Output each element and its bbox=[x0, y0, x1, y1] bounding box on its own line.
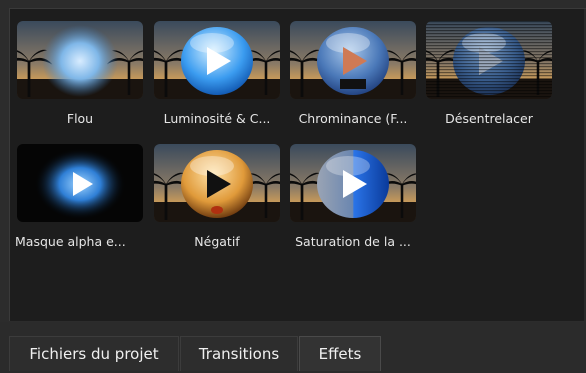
effect-item-flou[interactable]: Flou bbox=[15, 19, 145, 135]
effect-item-deinterlace[interactable]: Désentrelacer bbox=[424, 19, 554, 135]
effect-label: Désentrelacer bbox=[445, 111, 533, 126]
deinterlace-effect-icon bbox=[426, 21, 552, 99]
effect-label: Négatif bbox=[194, 234, 240, 249]
effect-label: Luminosité & C... bbox=[163, 111, 271, 126]
effect-item-brightness[interactable]: Luminosité & C... bbox=[152, 19, 282, 135]
effect-item-negative[interactable]: Négatif bbox=[152, 142, 282, 258]
effect-label: Flou bbox=[66, 111, 94, 126]
effects-panel: Flou Luminosité & C... Chrominance (F...… bbox=[9, 8, 586, 321]
brightness-effect-icon bbox=[154, 21, 280, 99]
blur-effect-icon bbox=[17, 21, 143, 99]
saturation-effect-icon bbox=[290, 144, 416, 222]
alpha-mask-effect-icon bbox=[17, 144, 143, 222]
effect-item-alpha-mask[interactable]: Masque alpha e... bbox=[15, 142, 145, 258]
tab-effects[interactable]: Effets bbox=[299, 336, 381, 371]
effect-item-saturation[interactable]: Saturation de la ... bbox=[288, 142, 418, 258]
effect-label: Saturation de la ... bbox=[295, 234, 411, 249]
tab-project-files[interactable]: Fichiers du projet bbox=[9, 336, 179, 371]
chroma-key-effect-icon bbox=[290, 21, 416, 99]
panel-tab-bar: Fichiers du projet Transitions Effets bbox=[0, 322, 586, 373]
effect-label: Chrominance (F... bbox=[298, 111, 408, 126]
effect-item-chroma[interactable]: Chrominance (F... bbox=[288, 19, 418, 135]
tab-transitions[interactable]: Transitions bbox=[180, 336, 298, 371]
negative-effect-icon bbox=[154, 144, 280, 222]
effect-label: Masque alpha e... bbox=[15, 234, 126, 249]
